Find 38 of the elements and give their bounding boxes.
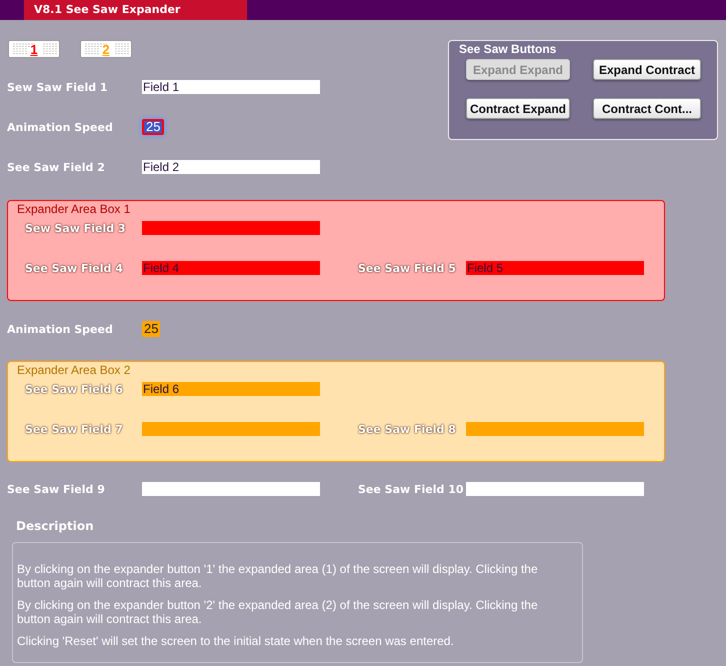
field-label: See Saw Field 9 — [7, 482, 106, 496]
box-title: Expander Area Box 2 — [17, 363, 132, 377]
description-text: By clicking on the expander button '1' the expanded area (1) of the screen will display. Clicking the button again will contract this area. — [17, 562, 539, 590]
field-label: Animation Speed — [7, 120, 114, 134]
text-field[interactable]: Field 5 — [466, 261, 644, 275]
field-label: See Saw Field 6 — [25, 382, 124, 396]
field-label: See Saw Field 5 — [358, 262, 457, 274]
text-field[interactable] — [466, 422, 644, 436]
field-label: See Saw Field 2 — [7, 160, 106, 174]
box-title: Expander Area Box 1 — [17, 202, 132, 216]
field-label: See Saw Field 4 — [25, 262, 124, 274]
text-field[interactable]: Field 2 — [142, 160, 320, 174]
text-field[interactable] — [142, 221, 320, 235]
description-text: Clicking 'Reset' will set the screen to the initial state when the screen was entered. — [17, 634, 455, 648]
speed-field[interactable]: 25 — [142, 119, 164, 135]
field-label: See Saw Field 8 — [358, 422, 457, 436]
text-field[interactable]: Field 6 — [142, 382, 320, 396]
description-text: By clicking on the expander button '2' the expanded area (2) of the screen will display. Clicking the button again will contract this area. — [17, 598, 539, 626]
field-label: See Saw Field 10 — [358, 482, 465, 496]
text-field[interactable] — [142, 422, 320, 436]
description-title: Description — [16, 519, 95, 535]
field-label: Sew Saw Field 3 — [25, 222, 127, 234]
see-saw-button[interactable]: Contract Expand — [466, 98, 570, 119]
field-label: Animation Speed — [7, 322, 114, 336]
see-saw-button[interactable]: Contract Cont... — [593, 98, 701, 119]
grid-lines-icon — [85, 43, 129, 55]
text-field[interactable]: Field 1 — [142, 80, 320, 94]
speed-field[interactable]: 25 — [142, 321, 160, 337]
text-field[interactable]: Field 4 — [142, 261, 320, 275]
text-field[interactable] — [142, 482, 320, 496]
window-title: V8.1 See Saw Expander — [24, 0, 247, 20]
field-label: See Saw Field 7 — [25, 422, 124, 436]
see-saw-button[interactable]: Expand Contract — [593, 59, 701, 80]
expander-button[interactable]: 1 — [8, 40, 60, 58]
text-field[interactable] — [466, 482, 644, 496]
field-label: Sew Saw Field 1 — [7, 80, 109, 94]
grid-lines-icon — [13, 43, 57, 55]
panel-title: See Saw Buttons — [459, 42, 558, 58]
